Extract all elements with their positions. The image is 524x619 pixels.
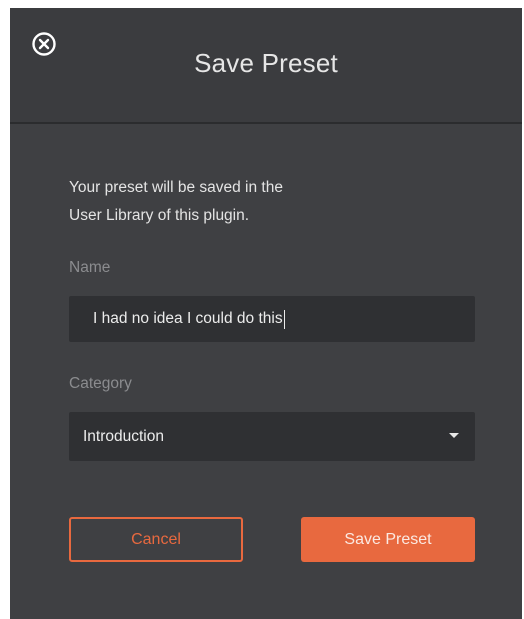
category-select[interactable]: Introduction xyxy=(69,412,475,461)
description-line-2: User Library of this plugin. xyxy=(69,207,250,224)
description-line-1: Your preset will be saved in the xyxy=(69,179,283,196)
dialog-description: Your preset will be saved in the User Li… xyxy=(69,174,429,230)
dialog-title: Save Preset xyxy=(194,48,338,78)
save-preset-button[interactable]: Save Preset xyxy=(301,517,475,562)
caret-down-icon xyxy=(449,433,459,438)
category-label: Category xyxy=(69,375,132,392)
text-caret xyxy=(283,309,286,329)
dialog-header: Save Preset xyxy=(10,8,522,124)
category-selected-value: Introduction xyxy=(83,427,164,445)
name-label: Name xyxy=(69,259,111,276)
cancel-button[interactable]: Cancel xyxy=(69,517,243,562)
name-input-value: I had no idea I could do this xyxy=(93,310,283,327)
name-input[interactable]: I had no idea I could do this xyxy=(69,296,475,342)
save-preset-dialog: Save Preset Your preset will be saved in… xyxy=(10,8,522,619)
